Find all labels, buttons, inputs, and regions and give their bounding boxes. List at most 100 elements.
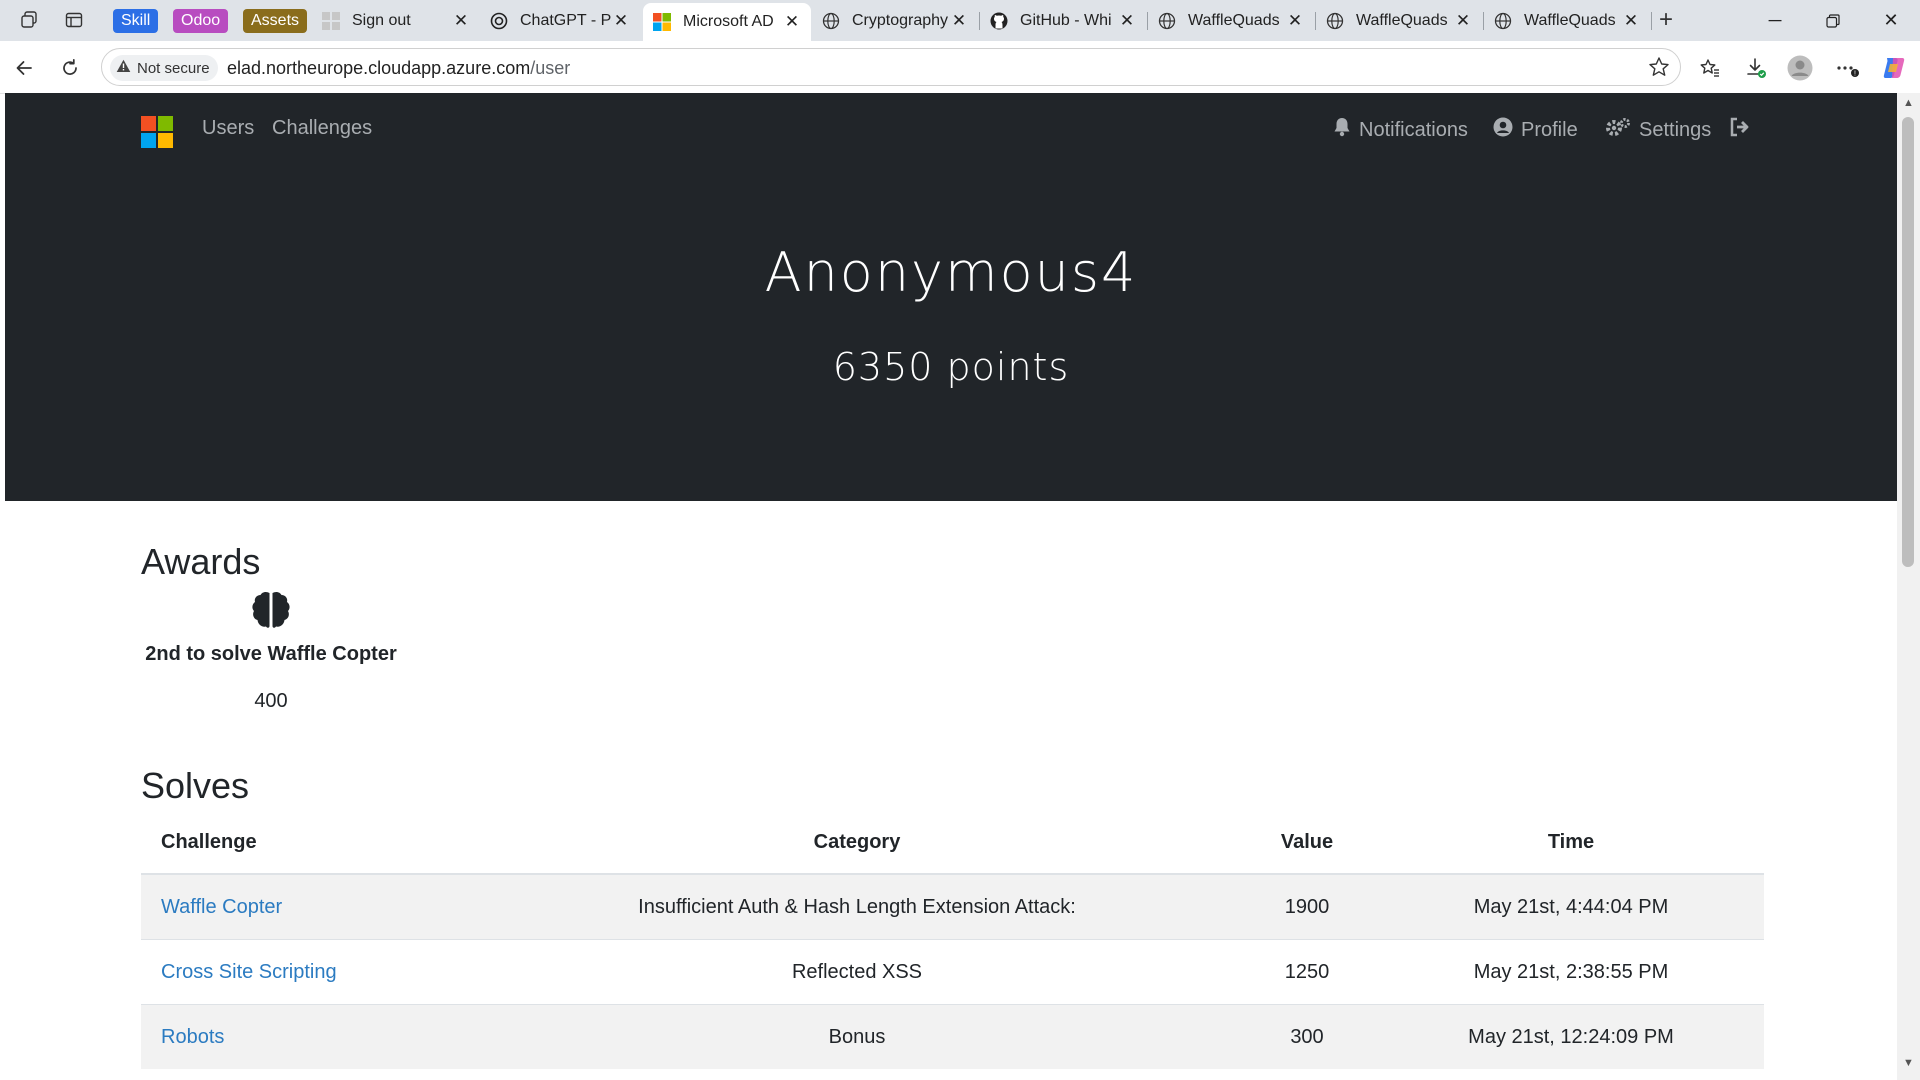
value-cell: 1900 [1236,873,1378,940]
value-cell: 1250 [1236,939,1378,1005]
profile-avatar-icon[interactable] [1784,52,1816,84]
tab-sign-out[interactable]: Sign out ✕ [312,4,480,37]
copilot-icon[interactable] [1878,52,1910,84]
challenge-link[interactable]: Waffle Copter [161,896,282,918]
tab-chatgpt[interactable]: ChatGPT - Pe ✕ [480,4,640,37]
time-cell: May 21st, 4:44:04 PM [1378,873,1764,940]
logout-icon[interactable] [1729,117,1751,137]
tab-group-skill[interactable]: Skill [113,9,159,33]
close-tab-icon[interactable]: ✕ [1118,11,1136,31]
tab-title: WaffleQuads [1356,11,1448,29]
tab-title: Cryptography [852,11,949,29]
nav-profile-link[interactable]: Profile [1493,117,1578,143]
ms-grid-icon [322,11,340,30]
table-row: Cross Site Scripting Reflected XSS 1250 … [141,939,1764,1005]
github-icon [990,12,1008,30]
nav-challenges-link[interactable]: Challenges [272,117,372,140]
nav-settings-link[interactable]: Settings [1605,117,1711,143]
favorite-star-icon[interactable] [1648,56,1670,83]
globe-icon [1326,12,1344,30]
restore-icon[interactable] [1804,0,1862,41]
bell-icon [1333,117,1351,143]
back-icon[interactable] [8,52,40,84]
workspaces-icon[interactable] [14,6,46,34]
header-time: Time [1378,811,1764,875]
more-menu-icon[interactable]: ! [1832,52,1864,84]
warning-icon [116,59,131,77]
microsoft-logo-icon [653,13,671,31]
cogs-icon [1605,117,1631,143]
tab-github[interactable]: GitHub - Whi ✕ [980,4,1146,37]
scrollbar-thumb[interactable] [1902,117,1914,567]
close-window-icon[interactable]: ✕ [1862,0,1920,41]
tab-group-odoo[interactable]: Odoo [173,9,229,33]
settings-label: Settings [1639,118,1712,141]
nav-notifications-link[interactable]: Notifications [1333,117,1468,143]
url-path: /user [530,58,571,78]
tab-microsoft-adc[interactable]: Microsoft AD ✕ [643,3,811,41]
scroll-down-icon[interactable]: ▼ [1897,1053,1920,1073]
microsoft-logo-icon[interactable] [141,116,173,148]
address-bar[interactable]: Not secure elad.northeurope.cloudapp.azu… [101,48,1681,86]
not-secure-label: Not secure [137,59,210,77]
challenge-link[interactable]: Cross Site Scripting [161,961,337,983]
tab-title: WaffleQuads [1188,11,1280,29]
tab-title: WaffleQuads [1524,11,1616,29]
tab-title: GitHub - Whi [1020,11,1112,29]
user-circle-icon [1493,117,1513,143]
downloads-icon[interactable] [1740,52,1772,84]
profile-label: Profile [1521,118,1578,141]
solves-heading: Solves [141,765,250,806]
tab-title: Sign out [352,11,411,29]
user-points: 6350 points [832,345,1070,389]
awards-heading: Awards [141,541,261,582]
table-header-row: Challenge Category Value Time [141,811,1764,875]
value-cell: 300 [1236,1004,1378,1069]
tab-wafflequads-3[interactable]: WaffleQuads ✕ [1484,4,1650,37]
security-indicator[interactable]: Not secure [110,55,218,81]
chatgpt-icon [490,12,508,30]
tab-group-assets[interactable]: Assets [243,9,308,33]
url-host: elad.northeurope.cloudapp.azure.com [227,58,531,78]
close-tab-icon[interactable]: ✕ [1454,11,1472,31]
tab-title: Microsoft AD [683,13,774,30]
tab-title: ChatGPT - Pe [520,11,612,29]
globe-icon [1158,12,1176,30]
close-tab-icon[interactable]: ✕ [783,12,801,32]
header-value: Value [1236,811,1378,875]
category-cell: Insufficient Auth & Hash Length Extensio… [478,873,1236,940]
tab-cryptography[interactable]: Cryptography ✕ [812,4,978,37]
browser-tab-strip: Skill Odoo Assets Sign out ✕ ChatGPT - P… [0,0,1920,41]
tab-wafflequads-1[interactable]: WaffleQuads ✕ [1148,4,1314,37]
close-tab-icon[interactable]: ✕ [950,11,968,31]
close-tab-icon[interactable]: ✕ [612,11,630,31]
table-row: Robots Bonus 300 May 21st, 12:24:09 PM [141,1004,1764,1069]
user-name-heading: Anonymous4 [764,241,1138,304]
browser-toolbar: Not secure elad.northeurope.cloudapp.azu… [0,41,1920,94]
notifications-label: Notifications [1359,118,1468,141]
tab-actions-icon[interactable] [58,6,90,34]
scroll-up-icon[interactable]: ▲ [1897,93,1920,113]
close-tab-icon[interactable]: ✕ [452,11,470,31]
minimize-icon[interactable]: ─ [1746,0,1804,41]
url-text[interactable]: elad.northeurope.cloudapp.azure.com/user [227,58,570,79]
award-item: 2nd to solve Waffle Copter 400 [141,590,401,713]
new-tab-icon[interactable]: + [1650,6,1682,34]
refresh-icon[interactable] [54,52,86,84]
page-scrollbar[interactable]: ▲ ▼ [1897,93,1920,1080]
svg-text:!: ! [1854,71,1856,78]
favorites-icon[interactable] [1694,52,1726,84]
challenge-link[interactable]: Robots [161,1026,224,1048]
table-row: Waffle Copter Insufficient Auth & Hash L… [141,873,1764,940]
globe-icon [1494,12,1512,30]
page-viewport: Users Challenges Notifications Profile S… [5,93,1897,1075]
header-challenge: Challenge [141,811,478,875]
close-tab-icon[interactable]: ✕ [1286,11,1304,31]
award-name: 2nd to solve Waffle Copter [145,643,397,665]
time-cell: May 21st, 2:38:55 PM [1378,939,1764,1005]
hero-banner: Users Challenges Notifications Profile S… [5,93,1897,501]
close-tab-icon[interactable]: ✕ [1622,11,1640,31]
nav-users-link[interactable]: Users [202,117,254,140]
tab-wafflequads-2[interactable]: WaffleQuads ✕ [1316,4,1482,37]
category-cell: Reflected XSS [478,939,1236,1005]
